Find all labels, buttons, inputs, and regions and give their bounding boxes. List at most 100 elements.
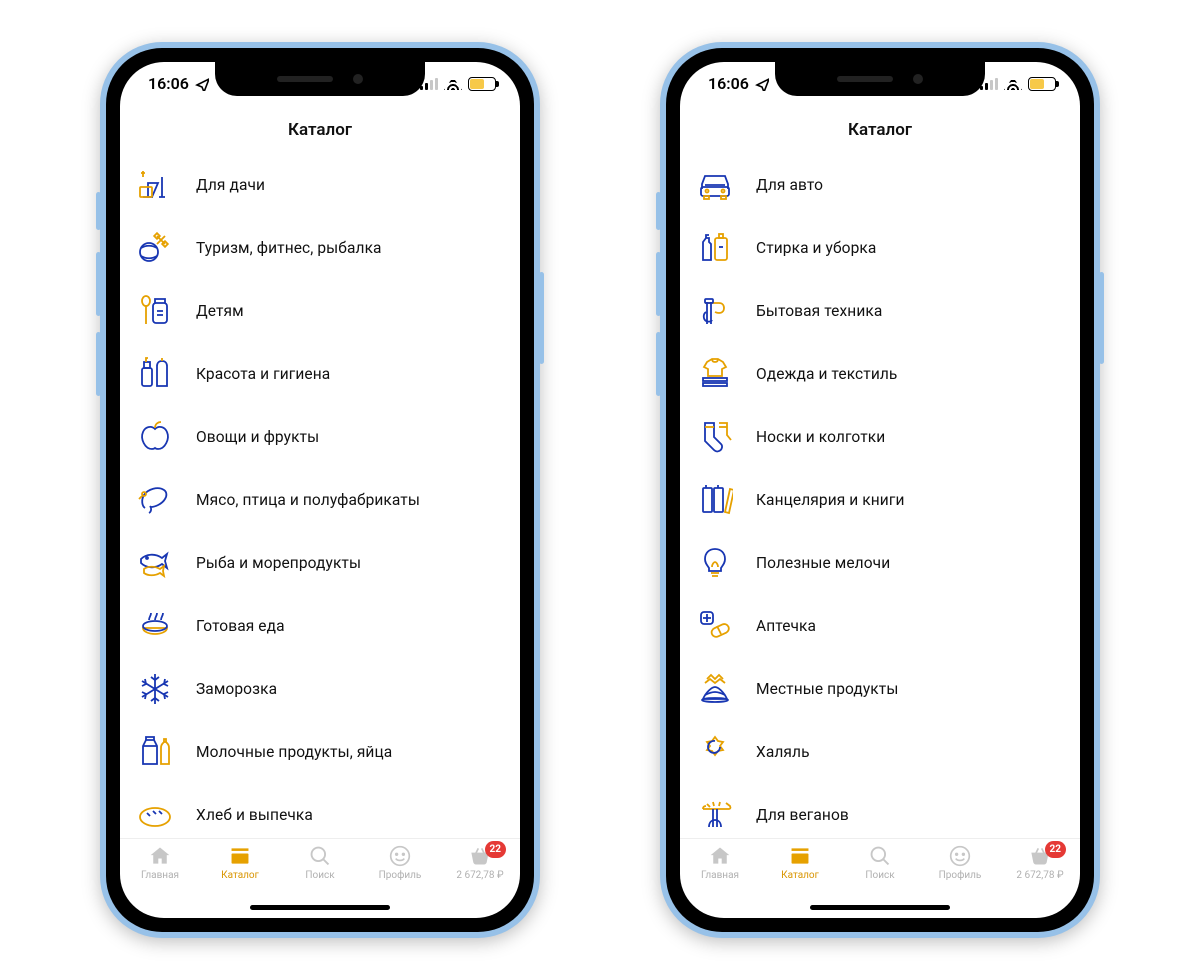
search-icon	[867, 845, 893, 867]
tab-search[interactable]: Поиск	[840, 845, 920, 881]
clothes-icon	[694, 356, 736, 392]
category-item[interactable]: Овощи и фрукты	[134, 406, 510, 469]
category-label: Канцелярия и книги	[756, 491, 905, 509]
wifi-icon	[444, 77, 462, 90]
tab-label: Профиль	[939, 870, 982, 881]
category-item[interactable]: Для дачи	[134, 154, 510, 217]
cart-badge: 22	[485, 841, 506, 858]
tab-label: Профиль	[379, 870, 422, 881]
meat-icon	[134, 482, 176, 518]
car-icon	[694, 167, 736, 203]
vegan-icon	[694, 797, 736, 833]
search-icon	[307, 845, 333, 867]
tab-label: Главная	[141, 870, 179, 881]
tab-profile[interactable]: Профиль	[920, 845, 1000, 881]
sport-icon	[134, 230, 176, 266]
apple-icon	[134, 419, 176, 455]
category-label: Овощи и фрукты	[196, 428, 319, 446]
tab-home[interactable]: Главная	[120, 845, 200, 881]
home-indicator[interactable]	[810, 905, 950, 910]
category-label: Полезные мелочи	[756, 554, 890, 572]
tab-label: Главная	[701, 870, 739, 881]
category-label: Для веганов	[756, 806, 849, 824]
category-list[interactable]: Для дачи Туризм, фитнес, рыбалка Детям К…	[120, 150, 520, 838]
category-item[interactable]: Мясо, птица и полуфабрикаты	[134, 469, 510, 532]
category-item[interactable]: Носки и колготки	[694, 406, 1070, 469]
tab-cart[interactable]: 2 672,78 ₽ 22	[440, 845, 520, 881]
category-item[interactable]: Полезные мелочи	[694, 532, 1070, 595]
category-label: Стирка и уборка	[756, 239, 876, 257]
category-label: Для дачи	[196, 176, 265, 194]
category-item[interactable]: Одежда и текстиль	[694, 343, 1070, 406]
category-item[interactable]: Хлеб и выпечка	[134, 784, 510, 838]
category-item[interactable]: Детям	[134, 280, 510, 343]
category-item[interactable]: Красота и гигиена	[134, 343, 510, 406]
catalog-icon	[227, 845, 253, 867]
appliance-icon	[694, 293, 736, 329]
category-label: Одежда и текстиль	[756, 365, 897, 383]
halal-icon	[694, 734, 736, 770]
category-label: Красота и гигиена	[196, 365, 330, 383]
category-item[interactable]: Заморозка	[134, 658, 510, 721]
home-indicator[interactable]	[250, 905, 390, 910]
category-label: Хлеб и выпечка	[196, 806, 313, 824]
beauty-icon	[134, 356, 176, 392]
tab-label: 2 672,78 ₽	[1016, 870, 1063, 881]
tab-profile[interactable]: Профиль	[360, 845, 440, 881]
bread-icon	[134, 797, 176, 833]
category-label: Для авто	[756, 176, 823, 194]
bulb-icon	[694, 545, 736, 581]
category-item[interactable]: Канцелярия и книги	[694, 469, 1070, 532]
category-label: Носки и колготки	[756, 428, 885, 446]
home-icon	[707, 845, 733, 867]
profile-icon	[387, 845, 413, 867]
wifi-icon	[1004, 77, 1022, 90]
page-title: Каталог	[120, 106, 520, 150]
category-label: Молочные продукты, яйца	[196, 743, 392, 761]
notch	[775, 62, 985, 96]
location-arrow-icon	[195, 77, 209, 91]
garden-icon	[134, 167, 176, 203]
notch	[215, 62, 425, 96]
category-item[interactable]: Аптечка	[694, 595, 1070, 658]
tab-home[interactable]: Главная	[680, 845, 760, 881]
category-item[interactable]: Халяль	[694, 721, 1070, 784]
profile-icon	[947, 845, 973, 867]
local-icon	[694, 671, 736, 707]
tab-catalog[interactable]: Каталог	[760, 845, 840, 881]
cleaning-icon	[694, 230, 736, 266]
battery-icon	[1028, 77, 1056, 91]
status-time: 16:06	[148, 74, 189, 93]
fish-icon	[134, 545, 176, 581]
tab-label: Каталог	[221, 870, 259, 881]
category-item[interactable]: Готовая еда	[134, 595, 510, 658]
category-item[interactable]: Стирка и уборка	[694, 217, 1070, 280]
tab-search[interactable]: Поиск	[280, 845, 360, 881]
page-title: Каталог	[680, 106, 1080, 150]
category-label: Бытовая техника	[756, 302, 882, 320]
readymeal-icon	[134, 608, 176, 644]
category-label: Мясо, птица и полуфабрикаты	[196, 491, 420, 509]
category-item[interactable]: Бытовая техника	[694, 280, 1070, 343]
tab-label: 2 672,78 ₽	[456, 870, 503, 881]
tab-cart[interactable]: 2 672,78 ₽ 22	[1000, 845, 1080, 881]
category-item[interactable]: Молочные продукты, яйца	[134, 721, 510, 784]
location-arrow-icon	[755, 77, 769, 91]
battery-icon	[468, 77, 496, 91]
category-item[interactable]: Рыба и морепродукты	[134, 532, 510, 595]
category-label: Детям	[196, 302, 244, 320]
category-label: Аптечка	[756, 617, 816, 635]
category-list[interactable]: Для авто Стирка и уборка Бытовая техника…	[680, 150, 1080, 838]
tab-label: Поиск	[305, 870, 334, 881]
category-item[interactable]: Местные продукты	[694, 658, 1070, 721]
pharmacy-icon	[694, 608, 736, 644]
category-label: Заморозка	[196, 680, 277, 698]
category-item[interactable]: Туризм, фитнес, рыбалка	[134, 217, 510, 280]
category-item[interactable]: Для авто	[694, 154, 1070, 217]
stationery-icon	[694, 482, 736, 518]
category-item[interactable]: Для веганов	[694, 784, 1070, 838]
tab-catalog[interactable]: Каталог	[200, 845, 280, 881]
frozen-icon	[134, 671, 176, 707]
category-label: Местные продукты	[756, 680, 898, 698]
cart-badge: 22	[1045, 841, 1066, 858]
